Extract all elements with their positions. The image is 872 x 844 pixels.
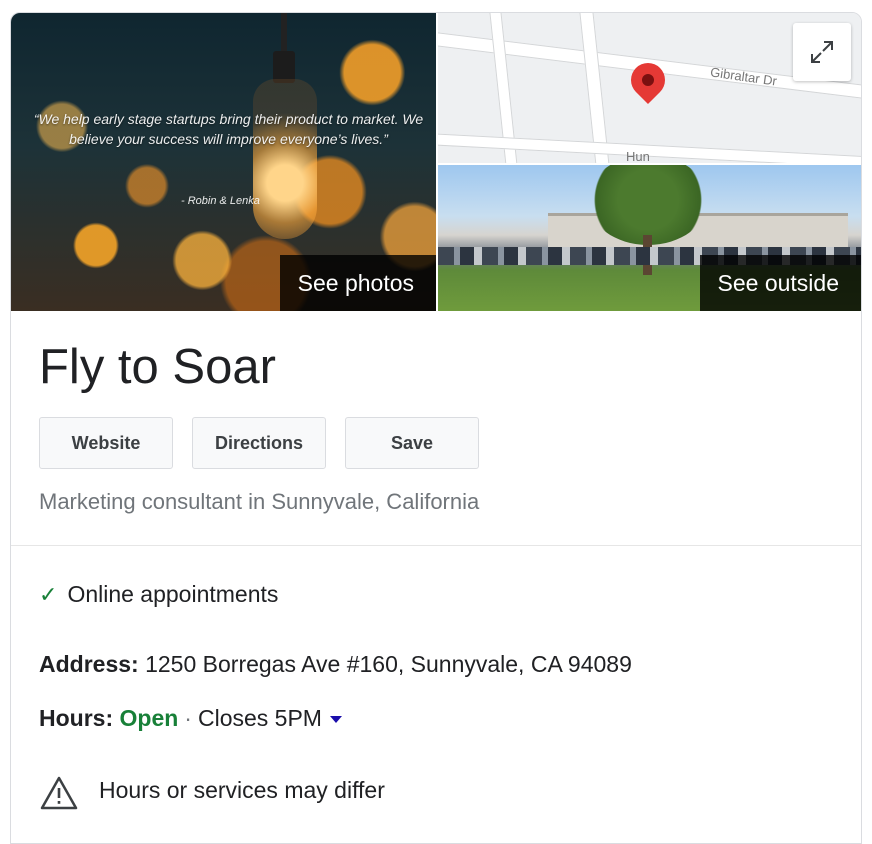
- address-row: Address: 1250 Borregas Ave #160, Sunnyva…: [39, 651, 632, 678]
- photo-quote-author: - Robin & Lenka: [181, 195, 260, 207]
- location-pin-dot: [639, 71, 657, 89]
- media-section: “We help early stage startups bring thei…: [11, 13, 861, 311]
- business-category: Marketing consultant in Sunnyvale, Calif…: [39, 489, 480, 514]
- bulb-cord: [281, 13, 287, 53]
- hours-status: Open: [119, 705, 179, 731]
- expand-icon: [811, 41, 833, 63]
- directions-button[interactable]: Directions: [192, 417, 326, 469]
- photo-tile[interactable]: “We help early stage startups bring thei…: [11, 13, 436, 311]
- light-bulb-image: [253, 79, 317, 239]
- hours-notice: Hours or services may differ: [99, 777, 385, 803]
- website-button[interactable]: Website: [39, 417, 173, 469]
- section-divider: [11, 545, 861, 546]
- map-street-label: Gibraltar Dr: [709, 64, 778, 89]
- hours-dropdown-icon[interactable]: [329, 716, 342, 724]
- map-tile[interactable]: Gibraltar Dr Hun: [438, 13, 861, 163]
- warning-icon: [40, 776, 78, 810]
- business-panel: “We help early stage startups bring thei…: [10, 12, 862, 844]
- online-appointments-label: Online appointments: [67, 581, 279, 607]
- address-value[interactable]: 1250 Borregas Ave #160, Sunnyvale, CA 94…: [145, 651, 632, 677]
- see-photos-button[interactable]: See photos: [279, 255, 436, 311]
- save-button[interactable]: Save: [345, 417, 479, 469]
- map-street-label-partial: Hun: [626, 149, 650, 163]
- hours-row: Hours: Open · Closes 5PM: [39, 705, 342, 732]
- street-view-tile[interactable]: See outside: [438, 165, 861, 311]
- expand-map-button[interactable]: [793, 23, 851, 81]
- see-outside-button[interactable]: See outside: [699, 255, 861, 311]
- business-name: Fly to Soar: [39, 340, 276, 394]
- hours-closes[interactable]: Closes 5PM: [198, 705, 322, 731]
- address-label: Address:: [39, 651, 139, 677]
- photo-quote: “We help early stage startups bring thei…: [33, 111, 424, 148]
- checkmark-icon: ✓: [39, 582, 58, 607]
- online-appointments-row[interactable]: ✓ Online appointments: [39, 581, 278, 608]
- hours-label: Hours:: [39, 705, 114, 731]
- hours-separator: ·: [184, 705, 192, 731]
